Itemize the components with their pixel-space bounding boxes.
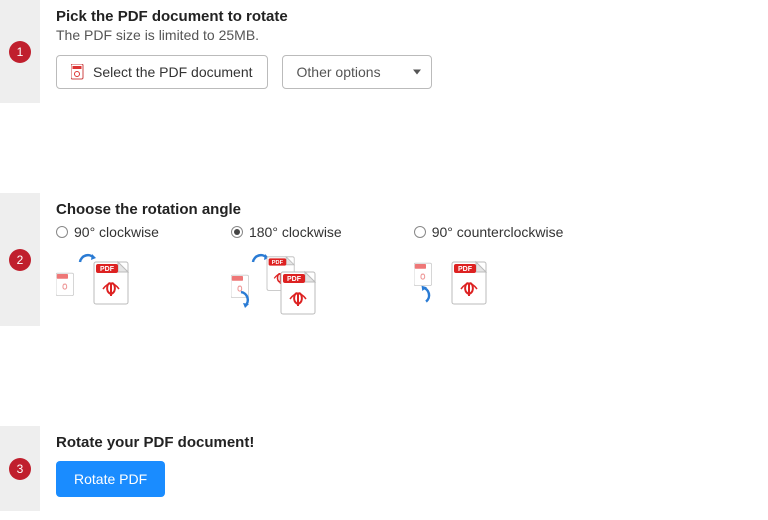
step-3: 3 Rotate your PDF document! Rotate PDF bbox=[0, 426, 768, 511]
rotation-option-180cw[interactable]: 180° clockwise bbox=[231, 224, 342, 312]
step-body: Choose the rotation angle 90° clockwise bbox=[56, 193, 768, 326]
step-gutter: 3 bbox=[0, 426, 40, 511]
step-title: Rotate your PDF document! bbox=[56, 434, 768, 451]
rotation-option-label: 180° clockwise bbox=[249, 224, 342, 240]
rotation-option-90ccw[interactable]: 90° counterclockwise bbox=[414, 224, 564, 312]
chevron-down-icon bbox=[413, 70, 421, 75]
step-title: Choose the rotation angle bbox=[56, 201, 768, 218]
step-subtitle: The PDF size is limited to 25MB. bbox=[56, 27, 768, 43]
rotate-pdf-button[interactable]: Rotate PDF bbox=[56, 461, 165, 497]
radio-icon bbox=[414, 226, 426, 238]
other-options-select[interactable]: Other options bbox=[282, 55, 432, 89]
step-body: Pick the PDF document to rotate The PDF … bbox=[56, 0, 768, 103]
select-pdf-label: Select the PDF document bbox=[93, 64, 253, 80]
rotation-option-90cw[interactable]: 90° clockwise bbox=[56, 224, 159, 312]
step-number-badge: 1 bbox=[9, 41, 31, 63]
other-options-label: Other options bbox=[297, 64, 381, 80]
step-gutter: 1 bbox=[0, 0, 40, 103]
spacer bbox=[0, 103, 768, 193]
rotation-thumbnail bbox=[231, 252, 342, 312]
step-number-badge: 2 bbox=[9, 249, 31, 271]
step-body: Rotate your PDF document! Rotate PDF bbox=[56, 426, 768, 511]
select-pdf-button[interactable]: Select the PDF document bbox=[56, 55, 268, 89]
radio-icon bbox=[231, 226, 243, 238]
rotation-thumbnail bbox=[56, 252, 159, 312]
radio-icon bbox=[56, 226, 68, 238]
rotation-option-label: 90° clockwise bbox=[74, 224, 159, 240]
rotation-thumbnail bbox=[414, 252, 564, 312]
step-2: 2 Choose the rotation angle 90° clockwis… bbox=[0, 193, 768, 326]
step-1: 1 Pick the PDF document to rotate The PD… bbox=[0, 0, 768, 103]
rotation-option-label: 90° counterclockwise bbox=[432, 224, 564, 240]
step-gutter: 2 bbox=[0, 193, 40, 326]
spacer bbox=[0, 326, 768, 426]
pdf-file-icon bbox=[71, 64, 85, 80]
step-title: Pick the PDF document to rotate bbox=[56, 8, 768, 25]
step-number-badge: 3 bbox=[9, 458, 31, 480]
